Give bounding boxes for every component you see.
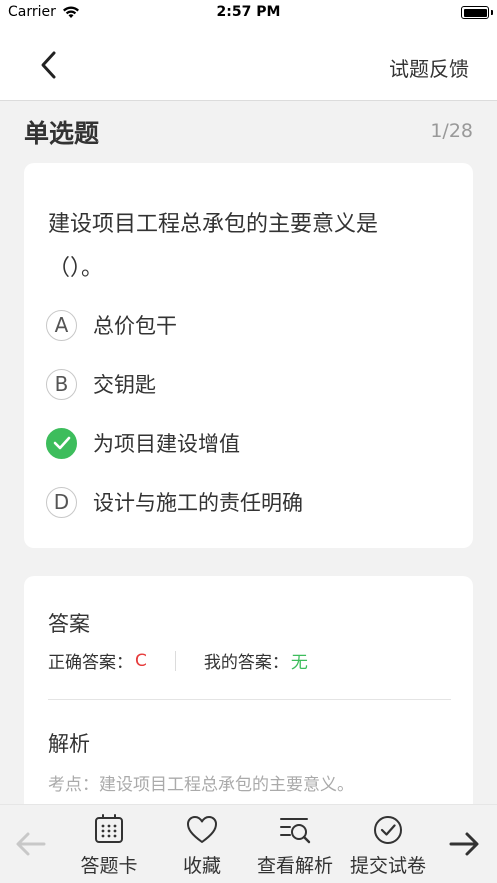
search-list-icon — [280, 818, 311, 844]
check-circle-icon — [374, 816, 402, 844]
prev-question-button[interactable] — [14, 829, 48, 859]
option-label-c: 为项目建设增值 — [93, 432, 240, 456]
submit-button[interactable]: 提交试卷 — [340, 813, 436, 879]
option-letter-d: D — [46, 486, 77, 518]
answer-sheet-icon — [95, 814, 123, 843]
my-answer-value: 无 — [290, 653, 308, 673]
feedback-button[interactable]: 试题反馈 — [389, 53, 469, 82]
view-analysis-button[interactable]: 查看解析 — [247, 813, 343, 879]
next-question-button[interactable] — [447, 829, 481, 859]
option-letter-b: B — [46, 368, 77, 400]
option-letter-a: A — [46, 309, 77, 341]
question-text-line2: （）。 — [48, 256, 104, 281]
question-text-line1: 建设项目工程总承包的主要意义是 — [48, 212, 379, 237]
question-text: 建设项目工程总承包的主要意义是 （）。 — [48, 203, 448, 291]
option-b[interactable]: B 交钥匙 — [46, 366, 446, 402]
answer-row: 正确答案： C 我的答案： 无 — [48, 648, 448, 673]
question-progress: 1/28 — [430, 120, 473, 142]
chevron-left-icon — [41, 51, 56, 79]
option-c[interactable]: 为项目建设增值 — [46, 425, 446, 461]
battery-tip — [491, 10, 493, 15]
analysis-title: 解析 — [48, 732, 90, 756]
correct-answer-value: C — [135, 650, 147, 671]
option-d[interactable]: D 设计与施工的责任明确 — [46, 484, 446, 520]
checkmark-icon — [46, 427, 77, 459]
option-label-d: 设计与施工的责任明确 — [93, 491, 303, 515]
heart-icon — [187, 816, 217, 843]
option-a[interactable]: A 总价包干 — [46, 307, 446, 343]
my-answer-label: 我的答案： — [203, 653, 289, 673]
answer-sheet-label: 答题卡 — [80, 855, 138, 877]
analysis-text: 考点：建设项目工程总承包的主要意义。 — [48, 775, 354, 795]
status-bar: Carrier 2:57 PM — [0, 0, 497, 26]
status-time: 2:57 PM — [216, 4, 281, 20]
answer-card: 答案 正确答案： C 我的答案： 无 解析 考点：建设项目工程总承包的主要意义。 — [24, 576, 473, 836]
option-label-a: 总价包干 — [93, 314, 177, 338]
battery-icon — [461, 6, 489, 19]
section-divider — [48, 699, 451, 700]
favorite-button[interactable]: 收藏 — [154, 813, 250, 879]
answer-divider — [174, 650, 176, 671]
answer-title: 答案 — [48, 612, 90, 636]
arrow-right-icon — [449, 832, 479, 856]
back-button[interactable] — [34, 48, 64, 82]
option-label-b: 交钥匙 — [93, 373, 156, 397]
arrow-left-icon — [16, 832, 46, 856]
submit-label: 提交试卷 — [349, 855, 426, 877]
correct-answer-label: 正确答案： — [48, 653, 133, 673]
question-card: 建设项目工程总承包的主要意义是 （）。 A 总价包干 B 交钥匙 为项目建设增值… — [24, 163, 473, 548]
favorite-label: 收藏 — [182, 855, 221, 877]
view-analysis-label: 查看解析 — [256, 855, 333, 877]
nav-bar: 试题反馈 — [0, 26, 497, 101]
bottom-toolbar: 答题卡 收藏 查看解析 提交试卷 — [0, 804, 497, 883]
answer-sheet-button[interactable]: 答题卡 — [61, 813, 157, 879]
question-type-title: 单选题 — [24, 119, 100, 148]
